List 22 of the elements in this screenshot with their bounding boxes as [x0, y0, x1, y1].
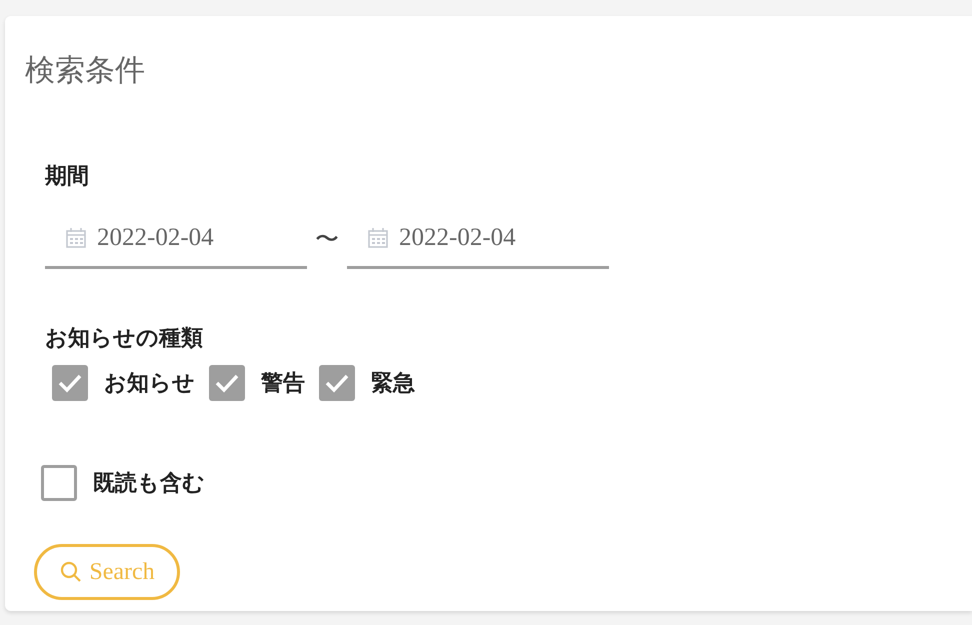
range-separator: 〜	[314, 226, 340, 255]
check-icon	[324, 372, 350, 394]
checkbox-label: 緊急	[371, 369, 415, 397]
date-value: 2022-02-04	[399, 224, 516, 252]
panel-title: 検索条件	[25, 53, 145, 89]
checkbox-label: 警告	[261, 369, 305, 397]
date-field[interactable]: 2022-02-04	[347, 209, 609, 269]
checkbox[interactable]	[52, 365, 88, 401]
calendar-icon	[65, 226, 87, 248]
search-icon	[59, 560, 84, 584]
date-value: 2022-02-04	[97, 224, 214, 252]
checkbox[interactable]	[319, 365, 355, 401]
period-label: 期間	[45, 162, 89, 190]
checkbox[interactable]	[209, 365, 245, 401]
checkbox-label: 既読も含む	[93, 469, 205, 497]
check-icon	[57, 372, 83, 394]
date-field[interactable]: 2022-02-04	[45, 209, 307, 269]
calendar-icon	[367, 226, 389, 248]
checkbox[interactable]	[41, 465, 77, 501]
checkbox-label: お知らせ	[104, 369, 195, 397]
check-icon	[214, 372, 240, 394]
types-label: お知らせの種類	[45, 324, 203, 352]
